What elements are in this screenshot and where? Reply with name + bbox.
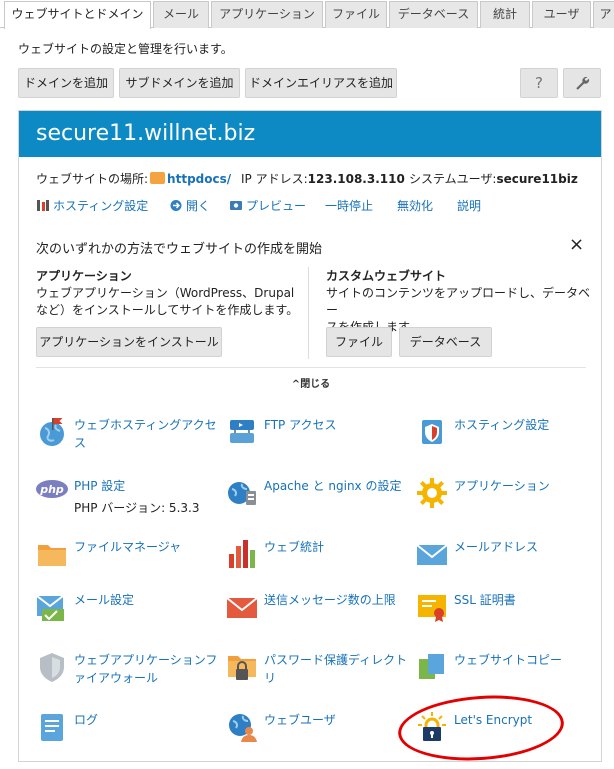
add-domain-button[interactable]: ドメインを追加	[18, 68, 114, 98]
grid-label: Apache と nginx の設定	[264, 479, 402, 493]
application-description-line: ウェブアプリケーション（WordPress、Drupal	[36, 286, 295, 300]
apache-icon	[228, 482, 256, 505]
wrench-icon	[576, 76, 590, 90]
grid-label: PHP 設定	[74, 479, 126, 493]
copy-icon	[419, 654, 444, 679]
action-description[interactable]: 説明	[457, 197, 481, 214]
grid-label: FTP アクセス	[264, 418, 337, 432]
site-location: ウェブサイトの場所: httpdocs/	[36, 170, 231, 187]
tab-more[interactable]: ア	[593, 1, 614, 28]
custom-description-line: サイトのコンテンツをアップロードし、データベー	[326, 286, 591, 317]
tab-applications[interactable]: アプリケーション	[211, 1, 323, 28]
site-ip: IP アドレス:123.108.3.110	[241, 170, 405, 187]
bar-chart-icon	[229, 540, 255, 568]
open-icon	[170, 200, 182, 211]
ip-value: 123.108.3.110	[307, 172, 405, 186]
grid-label: ウェブホスティングアクセス	[74, 418, 217, 450]
site-system-user: システムユーザ:secure11biz	[409, 170, 578, 187]
action-preview[interactable]: プレビュー	[229, 197, 306, 214]
grid-label: ファイルマネージャ	[74, 540, 182, 554]
php-icon: php	[36, 480, 68, 498]
collapse-toggle[interactable]: ^閉じる	[19, 375, 603, 390]
envelope-icon	[416, 544, 448, 565]
web-user-icon	[229, 714, 257, 742]
tab-users[interactable]: ユーザ	[532, 1, 591, 28]
preview-icon	[230, 201, 242, 210]
certificate-icon	[418, 595, 446, 622]
application-description: ウェブアプリケーション（WordPress、Drupal など）をインストールし…	[36, 285, 298, 319]
create-website-title: 次のいずれかの方法でウェブサイトの作成を開始	[36, 242, 323, 257]
section-divider	[36, 367, 586, 368]
location-label: ウェブサイトの場所:	[36, 172, 149, 186]
svg-text:php: php	[39, 483, 64, 496]
locked-folder-icon	[228, 656, 256, 680]
ip-label: IP アドレス:	[241, 172, 308, 186]
grid-label: ウェブサイトコピー	[454, 653, 563, 667]
tab-statistics[interactable]: 統計	[480, 1, 530, 28]
mail-limit-icon	[226, 597, 258, 618]
files-button[interactable]: ファイル	[326, 327, 392, 357]
page-intro: ウェブサイトの設定と管理を行います。	[18, 42, 233, 56]
chevron-up-icon: ^	[291, 379, 301, 390]
domain-title: secure11.willnet.biz	[19, 111, 601, 157]
tab-databases[interactable]: データベース	[389, 1, 478, 28]
action-disable[interactable]: 無効化	[397, 197, 433, 214]
application-title: アプリケーション	[36, 269, 132, 283]
grid-label: メールアドレス	[454, 540, 539, 554]
mail-settings-icon	[36, 595, 64, 621]
tools-button[interactable]	[563, 68, 601, 98]
close-icon[interactable]: ×	[569, 234, 584, 255]
hosting-settings-icon	[422, 420, 442, 444]
tab-websites-domains[interactable]: ウェブサイトとドメイン	[4, 1, 151, 29]
action-hosting-settings[interactable]: ホスティング設定	[36, 197, 148, 214]
sysuser-label: システムユーザ:	[409, 172, 497, 186]
install-application-button[interactable]: アプリケーションをインストール	[36, 327, 222, 357]
tab-files[interactable]: ファイル	[325, 1, 387, 28]
action-label: プレビュー	[246, 199, 307, 213]
add-subdomain-button[interactable]: サブドメインを追加	[119, 68, 240, 98]
globe-flag-icon	[40, 418, 64, 446]
httpdocs-link[interactable]: httpdocs/	[167, 172, 231, 186]
folder-icon	[150, 172, 166, 184]
tab-mail[interactable]: メール	[153, 1, 209, 28]
grid-label: ログ	[74, 713, 99, 727]
action-label: ホスティング設定	[53, 199, 149, 213]
grid-label: メール設定	[74, 593, 135, 607]
action-label: 開く	[186, 199, 211, 213]
hosting-tools-icon	[37, 200, 49, 211]
grid-label: ウェブ統計	[264, 540, 325, 554]
help-button[interactable]: ?	[520, 68, 558, 98]
grid-label: アプリケーション	[454, 479, 550, 493]
databases-button[interactable]: データベース	[399, 327, 492, 357]
custom-website-title: カスタムウェブサイト	[326, 269, 447, 283]
gear-icon	[417, 478, 447, 508]
shield-icon	[40, 653, 64, 682]
php-version: PHP バージョン: 5.3.3	[74, 501, 200, 515]
action-open[interactable]: 開く	[169, 197, 210, 214]
ftp-icon	[230, 420, 254, 443]
column-divider	[308, 267, 309, 359]
collapse-label: 閉じる	[300, 379, 331, 390]
folder-icon	[38, 545, 66, 566]
domain-panel: secure11.willnet.biz ウェブサイトの場所: httpdocs/…	[18, 110, 602, 762]
add-domain-alias-button[interactable]: ドメインエイリアスを追加	[245, 68, 397, 98]
sysuser-value: secure11biz	[496, 172, 578, 186]
grid-label: SSL 証明書	[454, 593, 516, 607]
grid-label: ウェブアプリケーションファイアウォール	[74, 653, 218, 685]
grid-label: パスワード保護ディレクトリ	[264, 653, 408, 685]
action-suspend[interactable]: 一時停止	[325, 197, 373, 214]
grid-label: ウェブユーザ	[264, 713, 336, 727]
grid-label: ホスティング設定	[454, 418, 550, 432]
application-description-line: など）をインストールしてサイトを作成します。	[36, 303, 299, 317]
grid-label: 送信メッセージ数の上限	[264, 593, 396, 607]
log-icon	[41, 714, 63, 741]
tab-bar: ウェブサイトとドメイン メール アプリケーション ファイル データベース 統計 …	[0, 0, 614, 29]
